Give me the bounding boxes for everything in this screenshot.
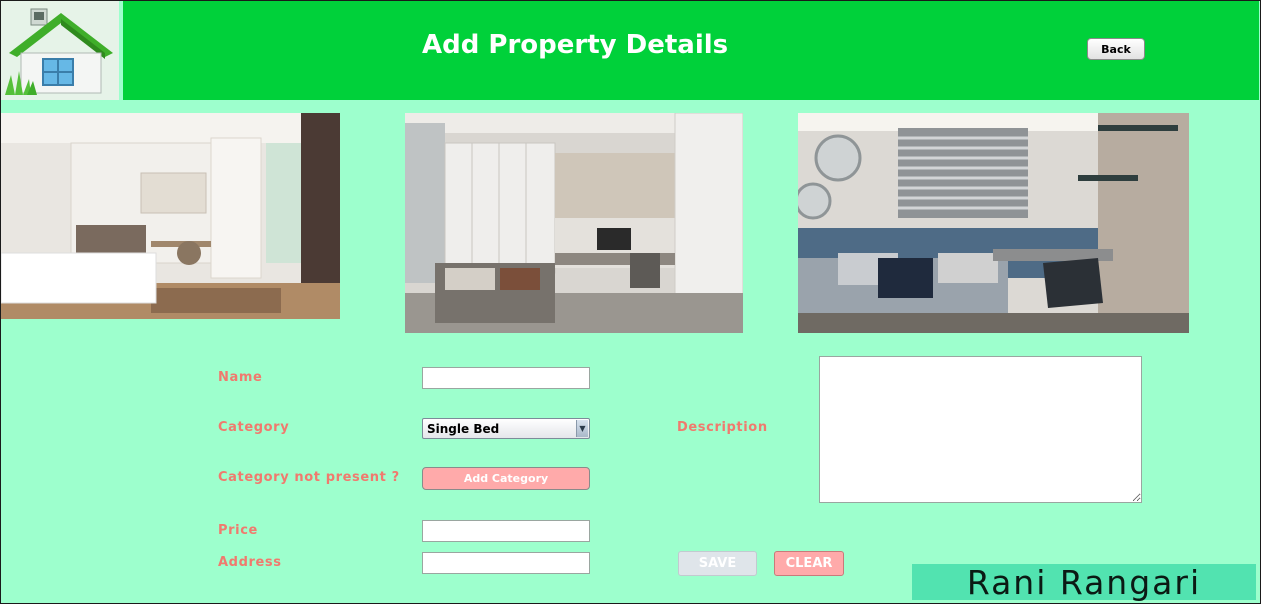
chevron-down-icon[interactable]: ▼	[576, 420, 588, 437]
description-textarea[interactable]	[819, 356, 1142, 503]
price-label: Price	[218, 523, 258, 538]
back-button[interactable]: Back	[1087, 38, 1145, 60]
name-label: Name	[218, 370, 263, 385]
category-selected-value: Single Bed	[427, 421, 500, 436]
add-category-button[interactable]: Add Category	[422, 467, 590, 490]
description-label: Description	[677, 420, 768, 435]
clear-button[interactable]: CLEAR	[774, 551, 844, 576]
category-label: Category	[218, 420, 290, 435]
address-label: Address	[218, 555, 282, 570]
bedroom-photo-1	[1, 113, 340, 319]
price-input[interactable]	[422, 520, 590, 542]
bedroom-photo-3	[798, 113, 1189, 333]
house-logo-icon	[5, 8, 113, 95]
category-select[interactable]: Single Bed ▼	[422, 418, 590, 439]
author-watermark: Rani Rangari	[912, 564, 1256, 600]
bedroom-photo-2	[405, 113, 743, 333]
app-logo	[1, 1, 119, 100]
address-input[interactable]	[422, 552, 590, 574]
save-button[interactable]: SAVE	[678, 551, 757, 576]
category-missing-label: Category not present ?	[218, 470, 400, 485]
name-input[interactable]	[422, 367, 590, 389]
page-title: Add Property Details	[422, 30, 729, 60]
